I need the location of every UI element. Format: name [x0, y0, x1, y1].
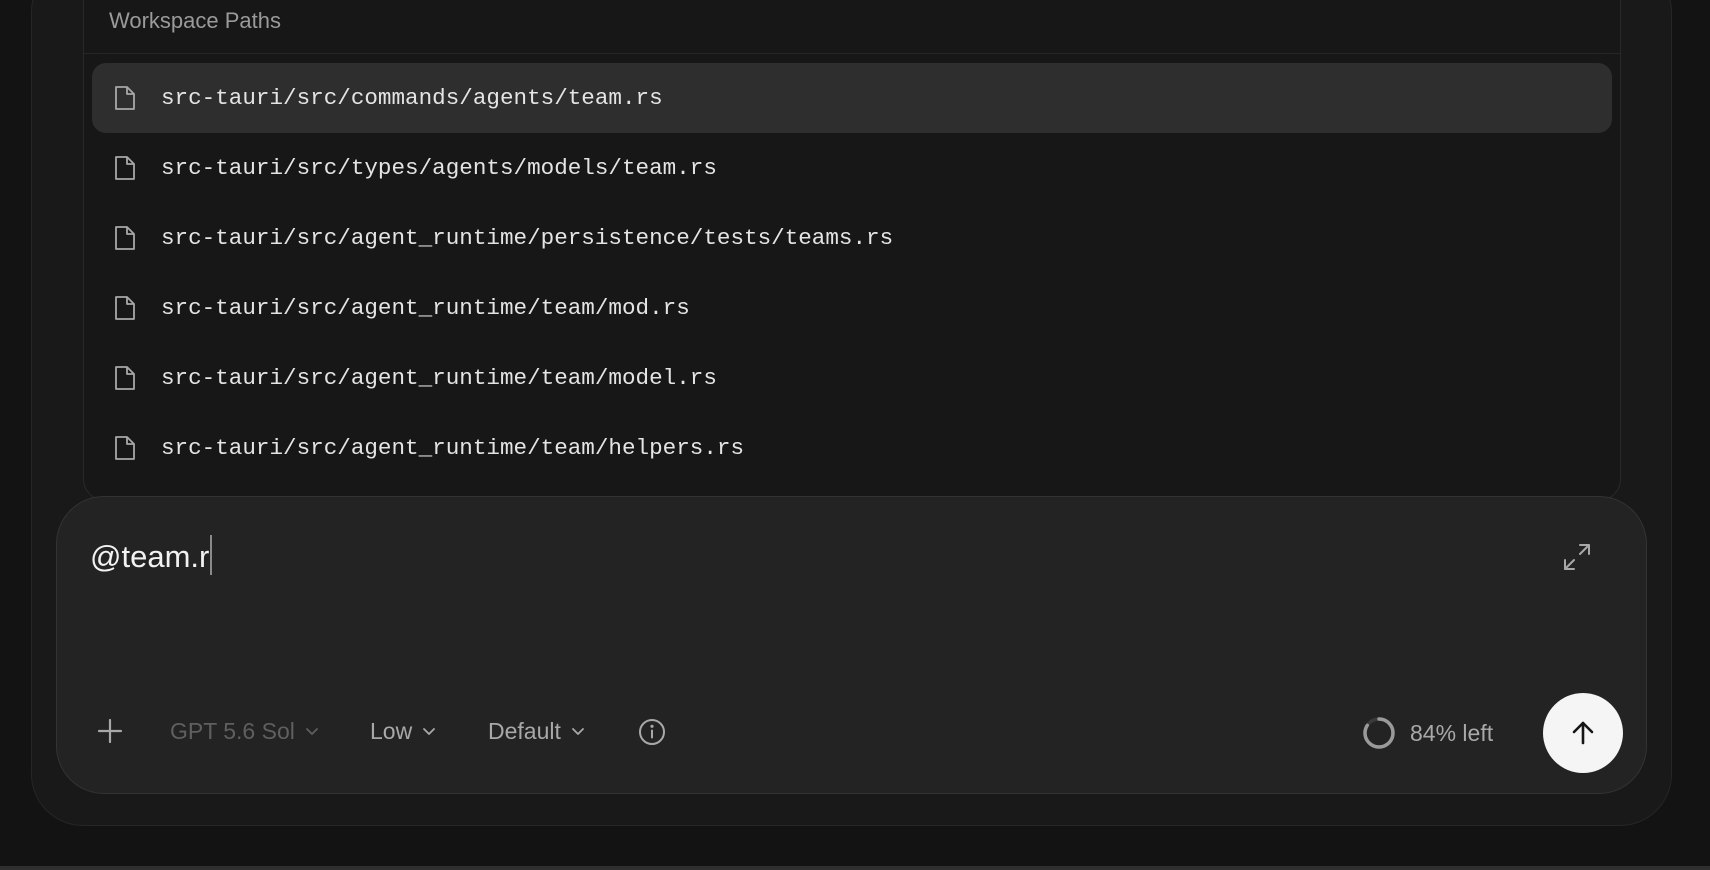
- model-selector[interactable]: GPT 5.6 Sol: [170, 717, 319, 745]
- path-label: src-tauri/src/agent_runtime/team/helpers…: [161, 435, 745, 461]
- mode-selector[interactable]: Default: [488, 717, 585, 745]
- arrow-up-icon: [1572, 721, 1594, 745]
- path-label: src-tauri/src/agent_runtime/team/mod.rs: [161, 295, 690, 321]
- message-input-text: @team.r: [90, 539, 210, 574]
- effort-selector-label: Low: [370, 718, 413, 744]
- expand-icon[interactable]: [1561, 541, 1593, 573]
- mode-selector-label: Default: [488, 718, 561, 744]
- file-icon: [115, 86, 135, 110]
- path-item[interactable]: src-tauri/src/agent_runtime/team/helpers…: [92, 413, 1612, 483]
- chevron-down-icon: [305, 728, 318, 735]
- workspace-paths-popup: Workspace Paths src-tauri/src/commands/a…: [83, 0, 1621, 501]
- path-list: src-tauri/src/commands/agents/team.rs sr…: [92, 63, 1612, 483]
- path-label: src-tauri/src/agent_runtime/team/model.r…: [161, 365, 717, 391]
- effort-selector[interactable]: Low: [370, 717, 436, 745]
- path-item[interactable]: src-tauri/src/agent_runtime/team/mod.rs: [92, 273, 1612, 343]
- chevron-down-icon: [423, 728, 436, 735]
- file-icon: [115, 436, 135, 460]
- context-remaining-label: 84% left: [1410, 720, 1494, 746]
- path-item[interactable]: src-tauri/src/types/agents/models/team.r…: [92, 133, 1612, 203]
- text-caret: [210, 535, 213, 575]
- message-composer: @team.r GPT 5.6 Sol Low Default 84% left: [56, 496, 1647, 794]
- bottom-divider: [0, 866, 1710, 870]
- popup-title: Workspace Paths: [109, 8, 282, 33]
- path-item[interactable]: src-tauri/src/agent_runtime/persistence/…: [92, 203, 1612, 273]
- popup-divider: [84, 53, 1620, 54]
- file-icon: [115, 226, 135, 250]
- plus-icon[interactable]: [97, 718, 123, 744]
- message-input[interactable]: @team.r: [90, 535, 213, 576]
- file-icon: [115, 296, 135, 320]
- path-label: src-tauri/src/agent_runtime/persistence/…: [161, 225, 894, 251]
- info-icon[interactable]: [638, 718, 666, 746]
- file-icon: [115, 366, 135, 390]
- model-selector-label: GPT 5.6 Sol: [170, 718, 295, 744]
- file-icon: [115, 156, 135, 180]
- path-item[interactable]: src-tauri/src/commands/agents/team.rs: [92, 63, 1612, 133]
- send-button[interactable]: [1543, 693, 1623, 773]
- context-usage: 84% left: [1362, 716, 1493, 750]
- path-label: src-tauri/src/types/agents/models/team.r…: [161, 155, 717, 181]
- path-item[interactable]: src-tauri/src/agent_runtime/team/model.r…: [92, 343, 1612, 413]
- path-label: src-tauri/src/commands/agents/team.rs: [161, 85, 663, 111]
- chevron-down-icon: [571, 728, 584, 735]
- context-ring-icon: [1363, 717, 1395, 749]
